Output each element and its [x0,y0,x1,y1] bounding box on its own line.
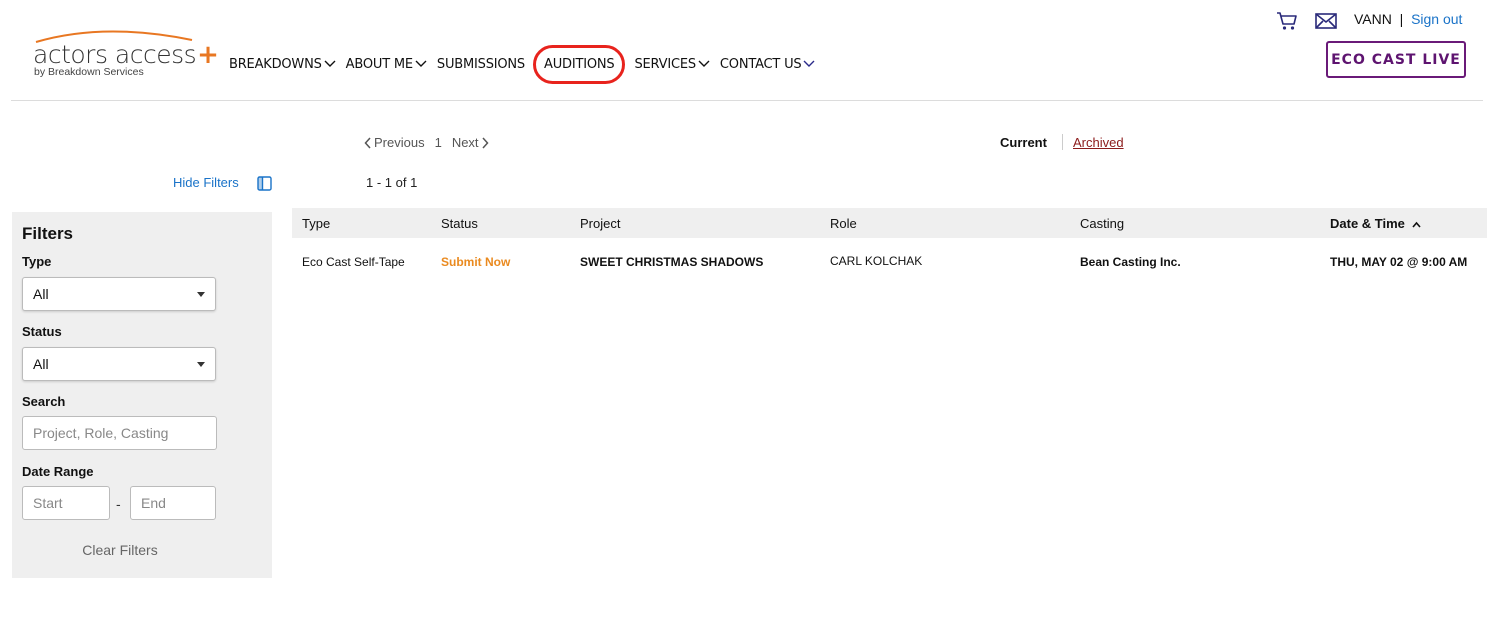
chevron-left-icon[interactable] [364,136,372,149]
column-date-time-label: Date & Time [1330,216,1405,231]
logo-plus: + [197,40,219,70]
chevron-down-icon [324,60,336,67]
nav-breakdowns[interactable]: BREAKDOWNS [229,57,336,72]
hide-filters-link[interactable]: Hide Filters [173,175,239,190]
main-nav: BREAKDOWNS ABOUT ME SUBMISSIONS AUDITION… [229,45,825,84]
end-date-input[interactable] [130,486,216,520]
column-casting[interactable]: Casting [1080,216,1124,231]
status-label: Status [22,324,62,339]
filters-panel: Filters Type All Status All Search Date … [12,212,272,578]
cell-type: Eco Cast Self-Tape [302,255,405,269]
tab-archived[interactable]: Archived [1073,135,1124,150]
user-area: VANN | Sign out [1354,11,1462,27]
type-select-value: All [33,286,49,302]
caret-down-icon [197,291,205,297]
status-select-value: All [33,356,49,372]
chevron-down-icon [415,60,427,67]
column-type[interactable]: Type [302,216,330,231]
cell-casting: Bean Casting Inc. [1080,255,1181,269]
results-count: 1 - 1 of 1 [366,175,418,190]
nav-auditions[interactable]: AUDITIONS [533,45,626,84]
logo-subtitle: by Breakdown Services [34,66,144,78]
date-range-label: Date Range [22,464,94,479]
clear-filters-button[interactable]: Clear Filters [12,542,228,558]
chevron-down-icon [803,60,815,67]
mail-icon[interactable] [1315,12,1337,30]
status-select[interactable]: All [22,347,216,381]
cart-icon[interactable] [1276,11,1298,31]
pagination: Previous 1 Next [364,135,489,150]
date-range-dash: - [116,496,121,512]
nav-submissions[interactable]: SUBMISSIONS [437,57,525,72]
tab-divider [1062,134,1063,150]
search-label: Search [22,394,66,409]
nav-label: BREAKDOWNS [229,57,322,72]
nav-contact-us[interactable]: CONTACT US [720,57,816,72]
start-date-input[interactable] [22,486,110,520]
type-label: Type [22,254,52,269]
page-number: 1 [434,135,442,150]
nav-services[interactable]: SERVICES [634,57,710,72]
filters-title: Filters [22,224,74,243]
eco-cast-live-button[interactable]: ECO CAST LIVE [1326,41,1466,78]
user-separator: | [1399,11,1404,27]
chevron-right-icon[interactable] [481,136,489,149]
column-status[interactable]: Status [441,216,478,231]
caret-down-icon [197,361,205,367]
logo-text: actors access [33,40,197,69]
nav-label: ABOUT ME [345,57,413,72]
tab-current[interactable]: Current [1000,135,1047,150]
nav-label: SERVICES [634,57,696,72]
next-link[interactable]: Next [452,135,479,150]
type-select[interactable]: All [22,277,216,311]
sign-out-link[interactable]: Sign out [1411,11,1462,27]
sidebar-panel-icon[interactable] [257,176,272,191]
nav-label: AUDITIONS [544,57,615,72]
header-divider [11,100,1483,101]
chevron-down-icon [698,60,710,67]
search-input[interactable] [22,416,217,450]
cell-role: CARL KOLCHAK [830,254,923,268]
cell-project[interactable]: SWEET CHRISTMAS SHADOWS [580,255,763,269]
column-role[interactable]: Role [830,216,857,231]
column-project[interactable]: Project [580,216,620,231]
username: VANN [1354,11,1392,27]
sort-asc-icon [1411,221,1421,228]
column-date-time[interactable]: Date & Time [1330,216,1421,231]
nav-label: CONTACT US [719,57,802,72]
nav-label: SUBMISSIONS [436,57,525,72]
nav-about-me[interactable]: ABOUT ME [346,57,427,72]
cell-date-time: THU, MAY 02 @ 9:00 AM [1330,255,1468,269]
previous-link[interactable]: Previous [374,135,425,150]
submit-now-link[interactable]: Submit Now [441,255,510,269]
